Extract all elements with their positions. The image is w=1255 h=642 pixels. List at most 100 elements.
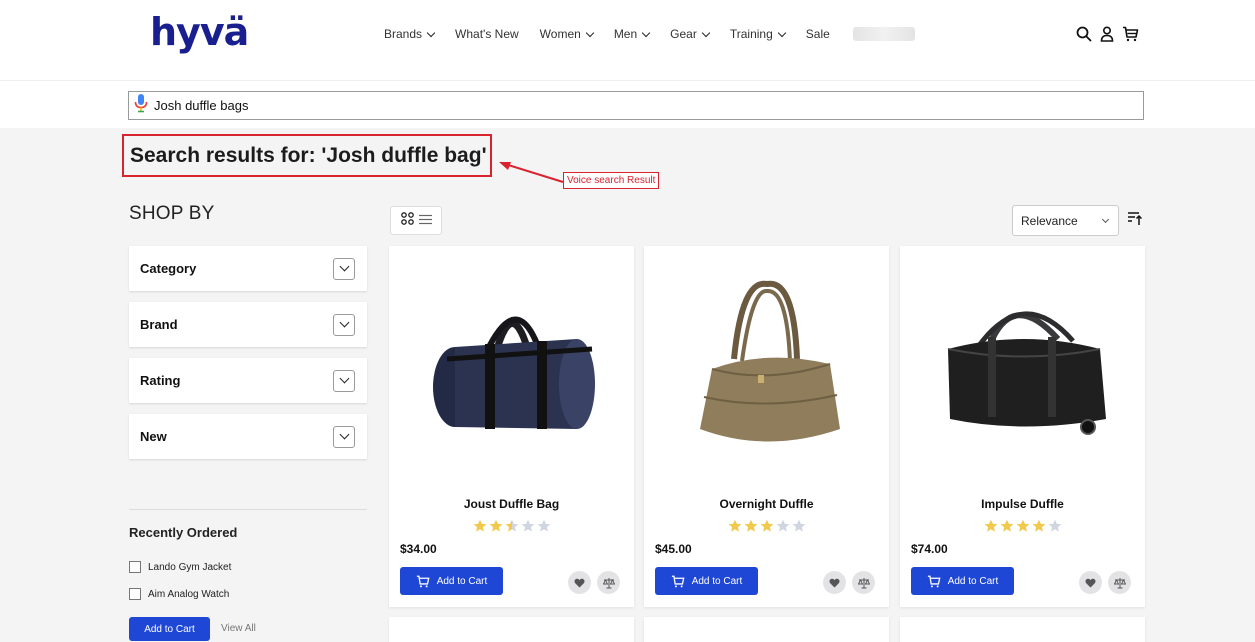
chevron-down-icon — [777, 28, 787, 37]
star-icon — [728, 519, 741, 532]
product-image[interactable] — [644, 246, 889, 491]
chevron-down-icon — [641, 28, 651, 37]
star-icon — [505, 519, 518, 532]
site-logo[interactable]: hyvä — [150, 10, 249, 54]
shop-by-heading: SHOP BY — [129, 203, 215, 224]
sort-ascending-icon[interactable] — [1128, 210, 1143, 231]
chevron-down-icon — [339, 373, 349, 384]
filter-toggle-button[interactable] — [333, 257, 355, 280]
recent-add-to-cart-button[interactable]: Add to Cart — [129, 617, 210, 641]
user-icon[interactable] — [1100, 26, 1114, 47]
wishlist-button[interactable] — [823, 571, 846, 594]
filter-rating[interactable]: Rating — [129, 358, 367, 403]
star-icon — [760, 519, 773, 532]
nav-item-gear[interactable]: Gear — [670, 27, 711, 41]
grid-icon[interactable] — [400, 211, 414, 230]
star-icon — [984, 519, 997, 532]
star-icon — [744, 519, 757, 532]
nav-item-men[interactable]: Men — [614, 27, 651, 41]
nav-label: Sale — [805, 27, 830, 41]
site-header: hyvä Brands What's New Women Men Gear Tr… — [0, 0, 1255, 80]
nav-label: What's New — [455, 27, 519, 41]
sort-select[interactable]: Relevance — [1012, 205, 1119, 236]
nav-item-training[interactable]: Training — [729, 27, 787, 41]
annotation-label: Voice search Result — [563, 172, 660, 189]
product-card[interactable]: Impulse Duffle $74.00 Add to Cart — [900, 246, 1145, 607]
product-image[interactable] — [389, 246, 634, 491]
filter-category[interactable]: Category — [129, 246, 367, 291]
add-to-cart-button[interactable]: Add to Cart — [655, 567, 758, 595]
star-icon — [776, 519, 789, 532]
heart-icon — [574, 578, 585, 587]
filter-label: New — [140, 429, 167, 444]
product-name[interactable]: Impulse Duffle — [900, 497, 1145, 511]
page-title: Search results for: 'Josh duffle bag' — [122, 134, 492, 177]
recent-item-label: Aim Analog Watch — [148, 588, 230, 600]
main-nav: Brands What's New Women Men Gear Trainin… — [384, 27, 915, 41]
scale-icon — [857, 577, 870, 588]
search-icon[interactable] — [1076, 26, 1092, 47]
annotation-arrow-icon — [499, 162, 564, 183]
cart-icon — [416, 575, 430, 587]
star-icon — [489, 519, 502, 532]
nav-item-blurred[interactable] — [852, 27, 915, 41]
add-to-cart-label: Add to Cart — [691, 575, 743, 587]
recent-item-checkbox[interactable] — [129, 588, 141, 600]
star-icon — [1032, 519, 1045, 532]
compare-button[interactable] — [1108, 571, 1131, 594]
add-to-cart-label: Add to Cart — [436, 575, 488, 587]
star-rating — [900, 519, 1145, 533]
microphone-icon[interactable] — [134, 93, 148, 118]
nav-item-women[interactable]: Women — [539, 27, 595, 41]
product-card-partial[interactable] — [644, 617, 889, 642]
product-price: $45.00 — [655, 542, 692, 556]
nav-label: Women — [539, 27, 581, 41]
cart-icon[interactable] — [1122, 26, 1139, 47]
sidebar-divider — [129, 509, 367, 510]
star-icon — [1016, 519, 1029, 532]
wishlist-button[interactable] — [568, 571, 591, 594]
recent-item-checkbox[interactable] — [129, 561, 141, 573]
filter-label: Brand — [140, 317, 178, 332]
nav-item-whats-new[interactable]: What's New — [455, 27, 519, 41]
filter-toggle-button[interactable] — [333, 369, 355, 392]
star-rating — [644, 519, 889, 533]
chevron-down-icon — [339, 429, 349, 440]
header-actions — [1076, 26, 1147, 47]
star-icon — [473, 519, 486, 532]
nav-item-brands[interactable]: Brands — [384, 27, 436, 41]
search-input[interactable]: Josh duffle bags — [128, 91, 1144, 120]
view-mode-toggle — [390, 206, 442, 235]
nav-item-sale[interactable]: Sale — [806, 27, 830, 41]
add-to-cart-button[interactable]: Add to Cart — [911, 567, 1014, 595]
product-card-partial[interactable] — [389, 617, 634, 642]
filter-new[interactable]: New — [129, 414, 367, 459]
filter-toggle-button[interactable] — [333, 313, 355, 336]
heart-icon — [1085, 578, 1096, 587]
product-name[interactable]: Overnight Duffle — [644, 497, 889, 511]
compare-button[interactable] — [852, 571, 875, 594]
list-icon[interactable] — [418, 212, 432, 230]
wishlist-button[interactable] — [1079, 571, 1102, 594]
product-card-partial[interactable] — [900, 617, 1145, 642]
product-image[interactable] — [900, 246, 1145, 491]
view-all-link[interactable]: View All — [221, 623, 256, 634]
compare-button[interactable] — [597, 571, 620, 594]
star-icon — [521, 519, 534, 532]
chevron-down-icon — [339, 317, 349, 328]
add-to-cart-label: Add to Cart — [947, 575, 999, 587]
scale-icon — [602, 577, 615, 588]
star-icon — [537, 519, 550, 532]
sort-selected-value: Relevance — [1021, 213, 1078, 228]
filter-toggle-button[interactable] — [333, 425, 355, 448]
chevron-down-icon — [701, 28, 711, 37]
product-card[interactable]: Overnight Duffle $45.00 Add to Cart — [644, 246, 889, 607]
product-card[interactable]: Joust Duffle Bag $34.00 Add to Cart — [389, 246, 634, 607]
recent-item: Lando Gym Jacket — [129, 561, 231, 573]
filter-brand[interactable]: Brand — [129, 302, 367, 347]
recently-ordered-title: Recently Ordered — [129, 525, 238, 540]
product-name[interactable]: Joust Duffle Bag — [389, 497, 634, 511]
nav-label: Training — [729, 27, 773, 41]
chevron-down-icon — [426, 28, 436, 37]
add-to-cart-button[interactable]: Add to Cart — [400, 567, 503, 595]
